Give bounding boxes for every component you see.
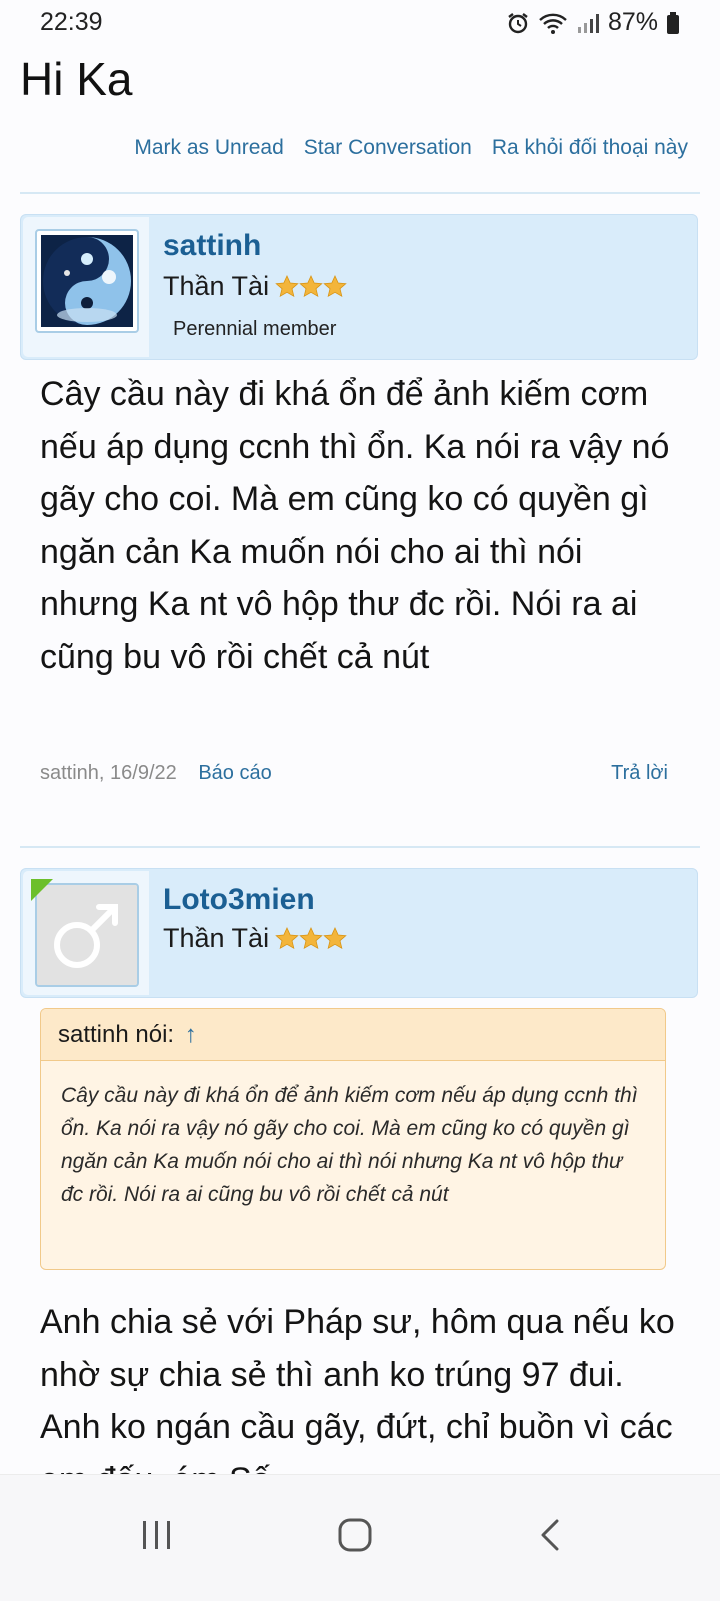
message-author-date: sattinh, 16/9/22 — [40, 762, 177, 784]
star-conversation-link[interactable]: Star Conversation — [304, 136, 472, 160]
battery-icon — [667, 11, 679, 34]
star-icon — [275, 926, 299, 949]
alarm-icon — [508, 12, 528, 33]
recent-apps-icon — [143, 1521, 170, 1549]
quote-jump-arrow[interactable]: ↑ — [185, 1021, 197, 1048]
message-meta: sattinh, 16/9/22 Báo cáo Trả lời — [40, 762, 668, 785]
back-icon — [541, 1519, 559, 1551]
message-text: Cây cầu này đi khá ổn để ảnh kiếm cơm nế… — [40, 375, 670, 676]
report-link[interactable]: Báo cáo — [198, 762, 271, 784]
user-title: Thần Tài — [163, 923, 347, 954]
user-title-text: Thần Tài — [163, 271, 270, 301]
user-extra-title: Perennial member — [173, 318, 337, 340]
divider — [20, 192, 700, 194]
status-icons: 87% — [506, 8, 680, 37]
status-time: 22:39 — [40, 8, 103, 36]
online-indicator-icon — [31, 879, 53, 901]
status-bar: 22:39 87% — [0, 0, 720, 44]
battery-percent: 87% — [607, 8, 658, 36]
user-card: sattinh Thần Tài Perennial member — [20, 214, 698, 360]
rank-stars — [275, 926, 347, 951]
recent-apps-button[interactable] — [127, 1505, 187, 1565]
user-card: Loto3mien Thần Tài — [20, 868, 698, 998]
star-icon — [275, 274, 299, 297]
reply-link[interactable]: Trả lời — [611, 762, 668, 785]
user-title: Thần Tài — [163, 271, 347, 302]
avatar[interactable] — [35, 229, 139, 333]
star-icon — [323, 274, 347, 297]
conversation-actions: Mark as Unread Star Conversation Ra khỏi… — [134, 136, 688, 160]
navigation-bar — [0, 1474, 720, 1601]
rank-stars — [275, 274, 347, 299]
avatar-box — [23, 217, 149, 357]
yin-yang-avatar-icon — [41, 235, 133, 327]
username[interactable]: sattinh — [163, 229, 261, 263]
page-title: Hi Ka — [20, 53, 133, 105]
star-icon — [299, 274, 323, 297]
leave-conversation-link[interactable]: Ra khỏi đối thoại này — [492, 136, 688, 160]
divider — [20, 846, 700, 848]
star-icon — [323, 926, 347, 949]
back-button[interactable] — [520, 1505, 580, 1565]
quote-header: sattinh nói: ↑ — [41, 1009, 665, 1061]
wifi-icon — [539, 13, 567, 34]
quote-text: Cây cầu này đi khá ổn để ảnh kiếm cơm nế… — [61, 1084, 638, 1206]
username[interactable]: Loto3mien — [163, 883, 315, 917]
star-icon — [299, 926, 323, 949]
user-title-text: Thần Tài — [163, 923, 270, 953]
avatar-box — [23, 871, 149, 995]
signal-icon — [577, 13, 599, 33]
home-button[interactable] — [325, 1505, 385, 1565]
quote-block: sattinh nói: ↑ Cây cầu này đi khá ổn để … — [40, 1008, 666, 1270]
home-icon — [338, 1518, 372, 1552]
quote-author: sattinh nói: — [58, 1021, 175, 1048]
mark-unread-link[interactable]: Mark as Unread — [134, 136, 283, 160]
